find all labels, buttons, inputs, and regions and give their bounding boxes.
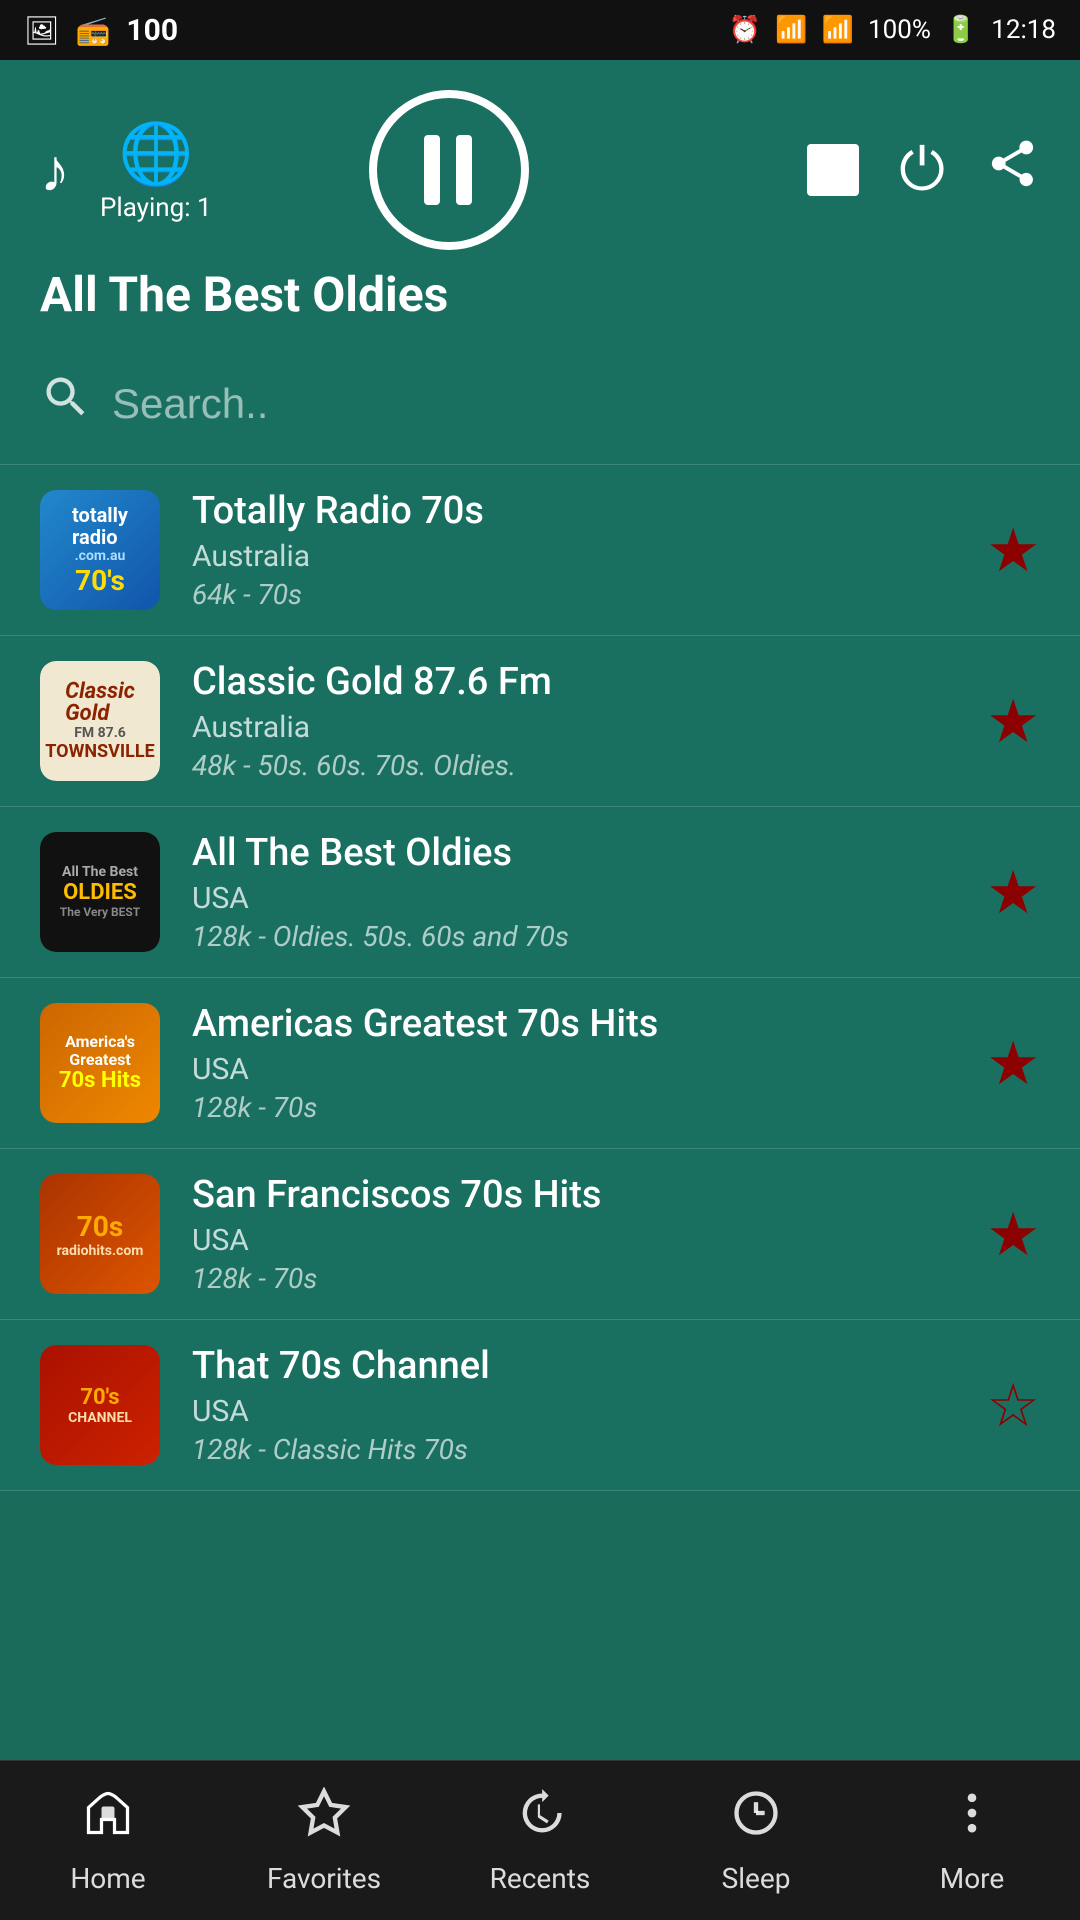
nav-label-home: Home [70,1862,145,1895]
station-meta: 64k - 70s [192,578,986,611]
nav-item-favorites[interactable]: Favorites [216,1787,432,1895]
station-item[interactable]: 70's CHANNEL That 70s Channel USA 128k -… [0,1320,1080,1491]
music-icon[interactable]: ♪ [40,135,70,206]
player-controls: ♪ 🌐 Playing: 1 ⏻ [40,90,1040,250]
station-info: That 70s Channel USA 128k - Classic Hits… [192,1344,986,1466]
pause-bar-right [456,135,472,205]
share-button[interactable] [985,136,1040,205]
nav-label-favorites: Favorites [267,1862,381,1895]
nav-item-sleep[interactable]: Sleep [648,1787,864,1895]
station-country: USA [192,1223,986,1258]
station-country: USA [192,1394,986,1429]
radio-icon: 📻 [76,14,111,47]
signal-icon: 📶 [822,15,854,45]
pause-icon [424,135,474,205]
station-name: All The Best Oldies [192,831,986,875]
station-name: San Franciscos 70s Hits [192,1173,986,1217]
power-button[interactable]: ⏻ [899,136,945,204]
player-left: ♪ 🌐 Playing: 1 [40,118,212,223]
station-meta: 128k - 70s [192,1091,986,1124]
station-meta: 128k - Oldies. 50s. 60s and 70s [192,920,986,953]
station-info: Totally Radio 70s Australia 64k - 70s [192,489,986,611]
battery-percent: 100% [868,15,931,45]
station-country: USA [192,1052,986,1087]
station-list: totallyradio .com.au 70's Totally Radio … [0,465,1080,1491]
station-info: Classic Gold 87.6 Fm Australia 48k - 50s… [192,660,986,782]
station-item[interactable]: America'sGreatest 70s Hits Americas Grea… [0,978,1080,1149]
pause-button[interactable] [369,90,529,250]
favorite-star-button[interactable]: ☆ [986,1370,1040,1441]
favorites-icon [298,1787,350,1852]
stop-button[interactable] [807,144,859,196]
station-meta: 128k - Classic Hits 70s [192,1433,986,1466]
station-item[interactable]: totallyradio .com.au 70's Totally Radio … [0,465,1080,636]
nav-label-more: More [940,1862,1005,1895]
nav-label-recents: Recents [490,1862,591,1895]
station-country: Australia [192,539,986,574]
station-logo-bestoldies: All The Best OLDIES The Very BEST [40,832,160,952]
nav-item-more[interactable]: More [864,1787,1080,1895]
station-info: Americas Greatest 70s Hits USA 128k - 70… [192,1002,986,1124]
image-icon: 🖼 [24,14,60,47]
station-item[interactable]: ClassicGold FM 87.6 TOWNSVILLE Classic G… [0,636,1080,807]
station-meta: 128k - 70s [192,1262,986,1295]
favorite-star-button[interactable]: ★ [986,1028,1040,1099]
nav-label-sleep: Sleep [722,1862,791,1895]
battery-icon: 🔋 [945,15,977,45]
station-country: USA [192,881,986,916]
station-name: Americas Greatest 70s Hits [192,1002,986,1046]
search-bar [0,343,1080,465]
search-input[interactable] [112,380,1040,428]
playing-label: Playing: 1 [100,193,212,223]
station-name: That 70s Channel [192,1344,986,1388]
station-logo-americas70: America'sGreatest 70s Hits [40,1003,160,1123]
favorite-star-button[interactable]: ★ [986,515,1040,586]
recents-icon [514,1787,566,1852]
station-info: San Franciscos 70s Hits USA 128k - 70s [192,1173,986,1295]
station-logo-totally70: totallyradio .com.au 70's [40,490,160,610]
search-icon [40,371,92,436]
wifi-icon: 📶 [775,15,807,45]
status-right: ⏰ 📶 📶 100% 🔋 12:18 [729,15,1056,45]
nav-item-home[interactable]: Home [0,1787,216,1895]
station-logo-that70s: 70's CHANNEL [40,1345,160,1465]
station-logo-classicgold: ClassicGold FM 87.6 TOWNSVILLE [40,661,160,781]
sleep-icon [730,1787,782,1852]
now-playing-title: All The Best Oldies [40,266,1040,323]
station-item[interactable]: 70s radiohits.com San Franciscos 70s Hit… [0,1149,1080,1320]
status-left: 🖼 📻 100 [24,13,178,48]
nav-item-recents[interactable]: Recents [432,1787,648,1895]
globe-wrapper: 🌐 Playing: 1 [100,118,212,223]
station-country: Australia [192,710,986,745]
status-number: 100 [126,13,178,48]
status-bar: 🖼 📻 100 ⏰ 📶 📶 100% 🔋 12:18 [0,0,1080,60]
home-icon [82,1787,134,1852]
station-name: Classic Gold 87.6 Fm [192,660,986,704]
favorite-star-button[interactable]: ★ [986,1199,1040,1270]
player-header: ♪ 🌐 Playing: 1 ⏻ [0,60,1080,343]
station-meta: 48k - 50s. 60s. 70s. Oldies. [192,749,986,782]
alarm-icon: ⏰ [729,15,761,45]
clock-time: 12:18 [991,15,1056,45]
station-item[interactable]: All The Best OLDIES The Very BEST All Th… [0,807,1080,978]
pause-bar-left [424,135,440,205]
station-name: Totally Radio 70s [192,489,986,533]
player-right: ⏻ [807,136,1040,205]
station-info: All The Best Oldies USA 128k - Oldies. 5… [192,831,986,953]
main-content: ♪ 🌐 Playing: 1 ⏻ [0,60,1080,1760]
station-logo-sf70: 70s radiohits.com [40,1174,160,1294]
favorite-star-button[interactable]: ★ [986,686,1040,757]
more-icon [946,1787,998,1852]
globe-icon[interactable]: 🌐 [118,118,193,189]
favorite-star-button[interactable]: ★ [986,857,1040,928]
bottom-nav: Home Favorites Recents Sleep [0,1760,1080,1920]
